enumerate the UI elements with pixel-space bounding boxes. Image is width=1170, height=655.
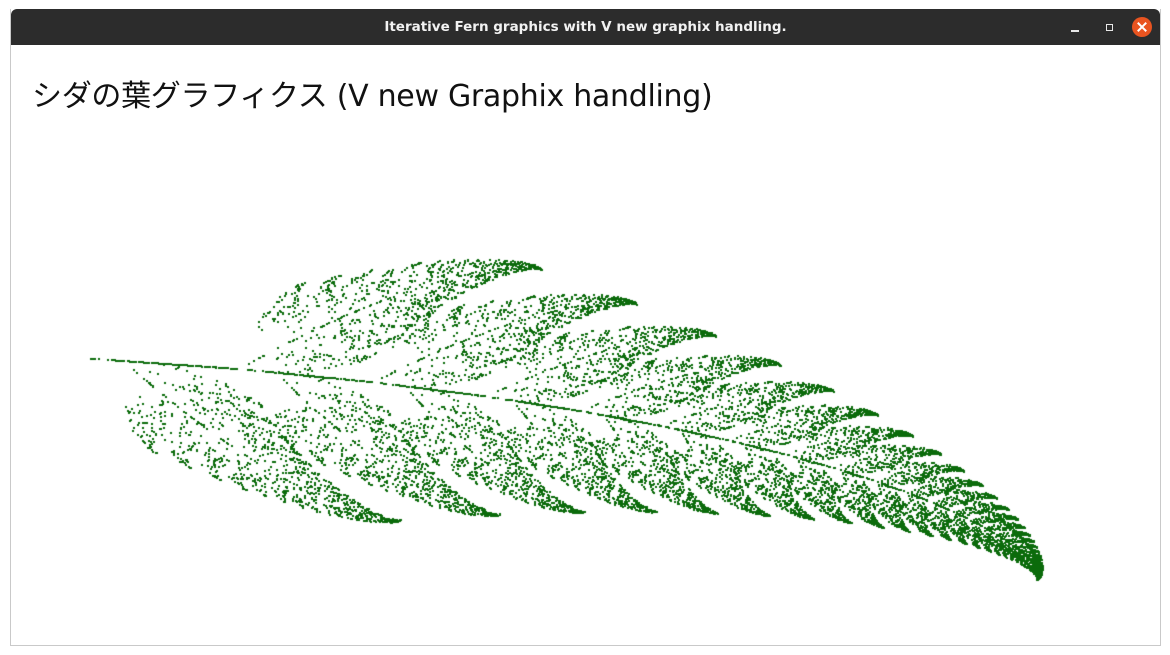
- close-button[interactable]: [1132, 17, 1152, 37]
- close-icon: [1137, 22, 1147, 32]
- canvas-heading: シダの葉グラフィクス (V new Graphix handling): [32, 79, 713, 114]
- minimize-button[interactable]: [1065, 17, 1085, 37]
- maximize-icon: [1105, 23, 1113, 31]
- window-title: Iterative Fern graphics with V new graph…: [384, 19, 787, 35]
- minimize-icon: [1071, 30, 1079, 32]
- title-bar[interactable]: Iterative Fern graphics with V new graph…: [11, 9, 1160, 45]
- maximize-button[interactable]: [1099, 17, 1119, 37]
- app-window: Iterative Fern graphics with V new graph…: [10, 9, 1161, 646]
- fern-canvas: [11, 45, 1160, 645]
- drawing-canvas-area: シダの葉グラフィクス (V new Graphix handling): [11, 45, 1160, 645]
